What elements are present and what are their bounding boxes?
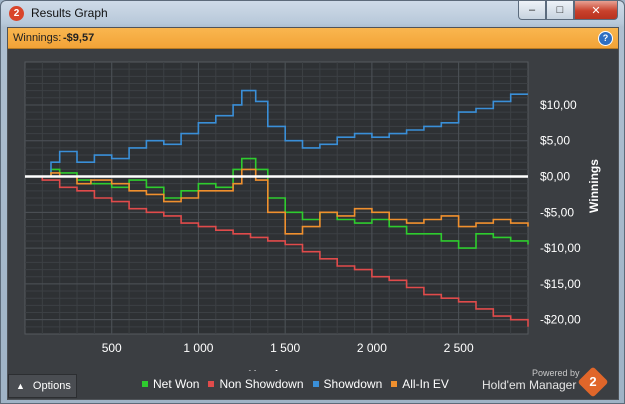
legend-swatch <box>142 381 148 387</box>
legend-item-showdown[interactable]: Showdown <box>312 377 383 391</box>
legend-label: All-In EV <box>402 377 449 391</box>
winnings-label: Winnings: <box>13 32 62 44</box>
y-tick-label: $0,00 <box>540 170 570 184</box>
graph-panel: Winnings: -$9,57 ? 500 1 000 1 500 2 000 2 5… <box>7 27 619 400</box>
y-tick-label: $5,00 <box>540 134 570 148</box>
help-icon[interactable]: ? <box>598 31 613 46</box>
legend-label: Non Showdown <box>219 377 304 391</box>
legend-item-non-showdown[interactable]: Non Showdown <box>208 377 304 391</box>
app-logo-icon: 2 <box>9 6 24 21</box>
x-tick-label: 2 000 <box>357 341 387 355</box>
options-label: Options <box>32 380 71 392</box>
results-chart-svg: 500 1 000 1 500 2 000 2 500 $10,00 $5,00 $0,00 -… <box>24 61 601 382</box>
chevron-up-icon: ▲ <box>16 381 25 391</box>
window-title: Results Graph <box>31 6 108 20</box>
results-graph-window: 2 Results Graph – □ ✕ Winnings: -$9,57 ?… <box>0 0 625 404</box>
legend-swatch <box>312 381 319 387</box>
maximize-button[interactable]: □ <box>546 1 574 20</box>
winnings-header: Winnings: -$9,57 ? <box>8 28 618 49</box>
legend-item-all-in-ev[interactable]: All-In EV <box>391 377 449 391</box>
winnings-value: -$9,57 <box>63 32 95 44</box>
y-axis-title: Winnings <box>587 159 601 213</box>
brand-name: Hold'em Manager <box>482 378 577 392</box>
y-tick-label: -$10,00 <box>540 241 581 255</box>
title-bar[interactable]: 2 Results Graph – □ ✕ <box>1 1 624 27</box>
options-button[interactable]: ▲ Options <box>8 374 77 398</box>
legend-swatch <box>391 381 398 387</box>
powered-by-text: Powered by <box>532 368 580 378</box>
y-tick-label: -$15,00 <box>540 277 581 291</box>
y-tick-label: -$5,00 <box>540 205 574 219</box>
y-tick-label: $10,00 <box>540 98 577 112</box>
x-tick-label: 2 500 <box>444 341 474 355</box>
legend-item-net-won[interactable]: Net Won <box>142 377 199 391</box>
legend-label: Net Won <box>153 377 200 391</box>
x-axis-title: Hands <box>248 368 285 371</box>
window-controls: – □ ✕ <box>518 1 618 20</box>
minimize-button[interactable]: – <box>518 1 546 20</box>
x-tick-label: 1 500 <box>270 341 300 355</box>
chart-legend: Net Won Non Showdown Showdown All-In EV <box>142 376 458 392</box>
y-tick-label: -$20,00 <box>540 313 581 327</box>
results-chart: 500 1 000 1 500 2 000 2 500 $10,00 $5,00 $0,00 -… <box>8 49 618 382</box>
legend-swatch <box>208 381 215 387</box>
holdem-manager-logo-icon: 2 <box>577 366 609 398</box>
x-tick-label: 500 <box>102 341 122 355</box>
x-tick-label: 1 000 <box>183 341 213 355</box>
close-button[interactable]: ✕ <box>574 1 618 20</box>
legend-label: Showdown <box>323 377 383 391</box>
